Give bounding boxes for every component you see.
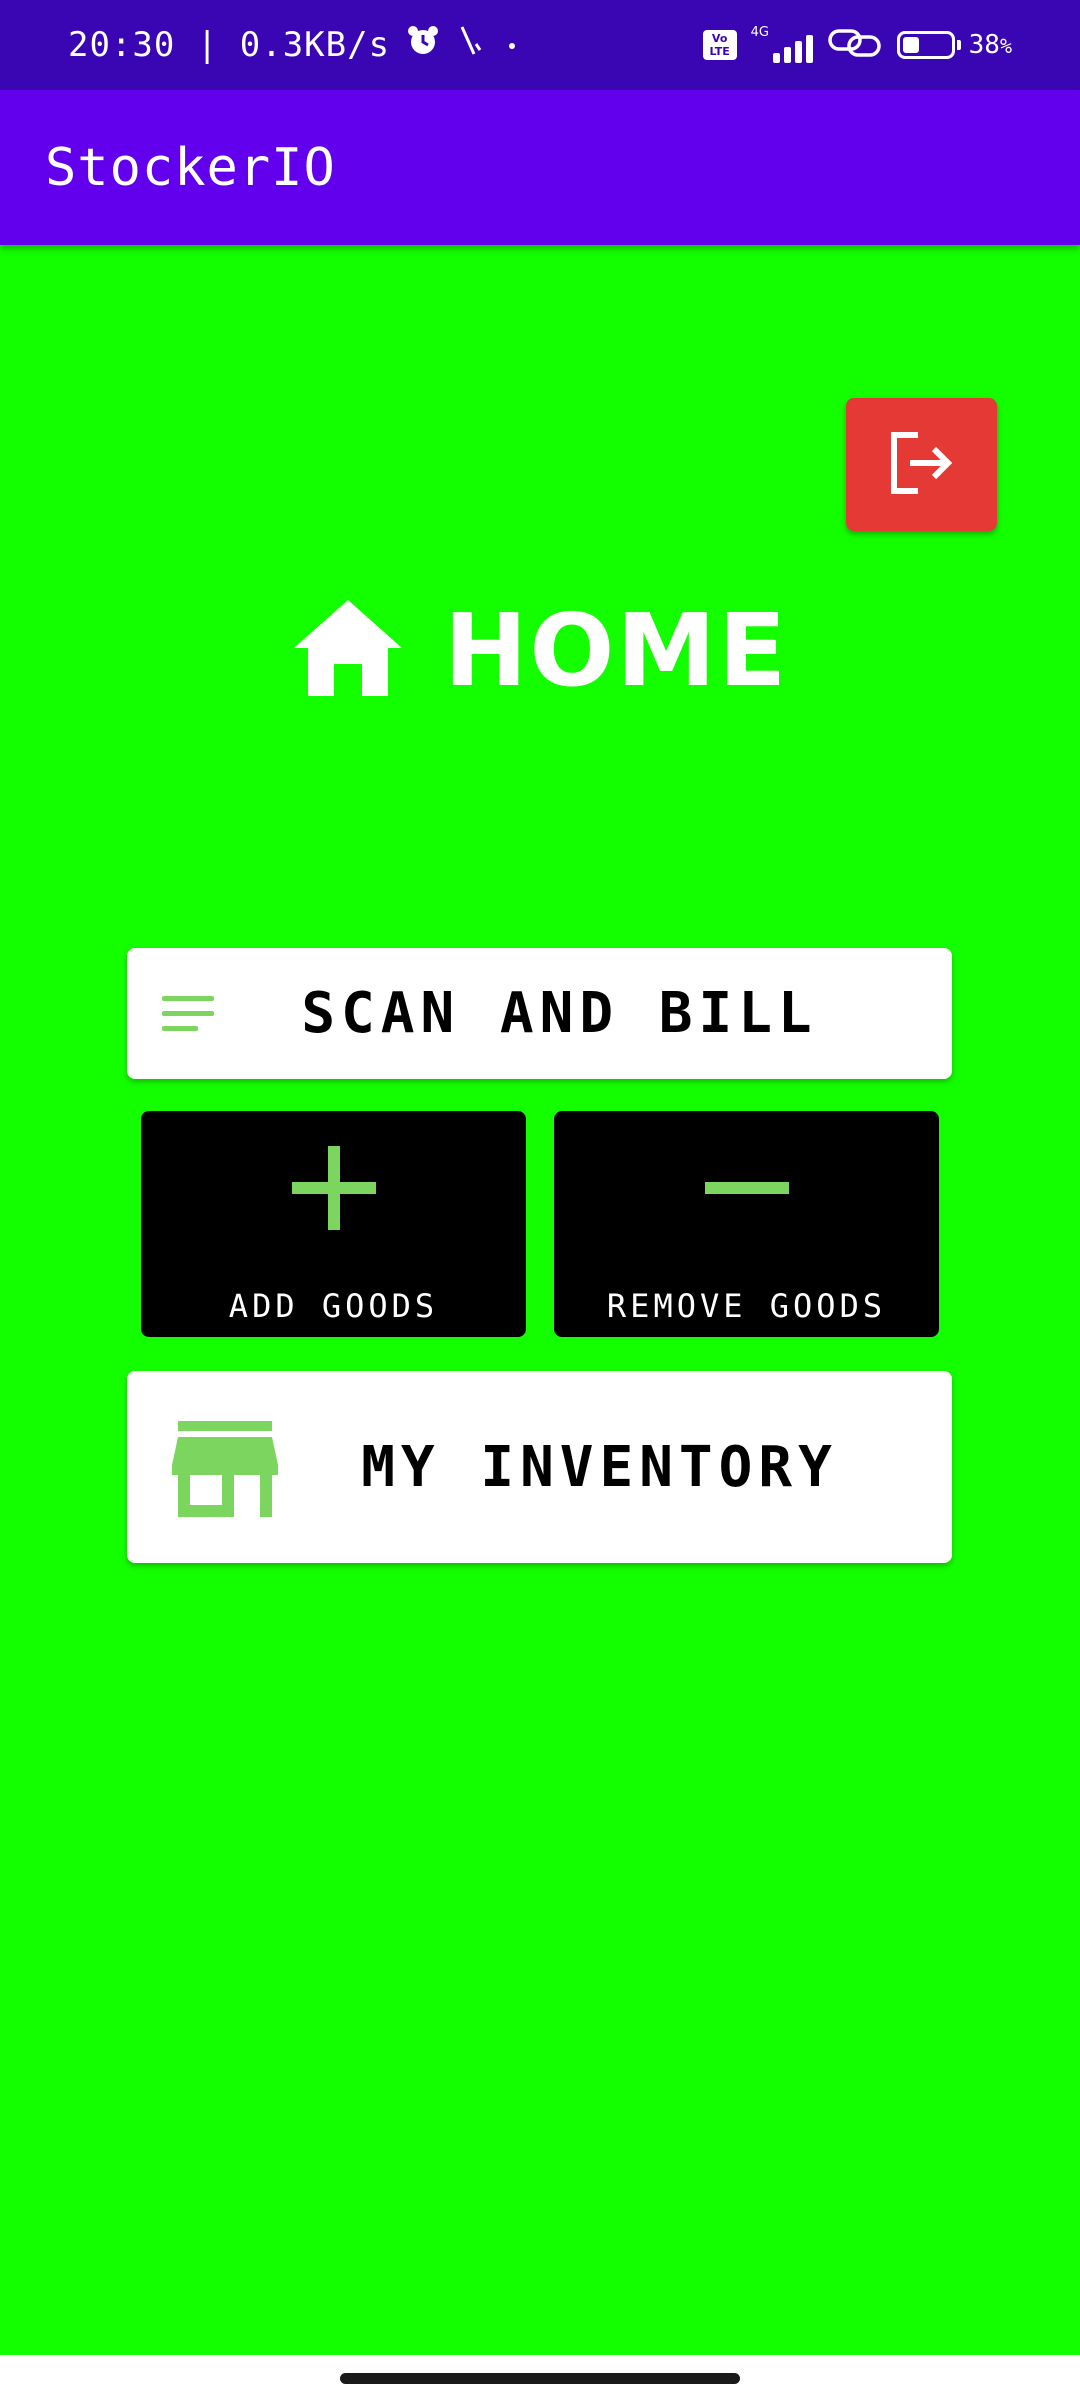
network-type: 4G [750, 25, 769, 40]
volte-icon: Vo LTE [702, 30, 737, 60]
add-goods-label: ADD GOODS [228, 1287, 439, 1325]
app-bar: StockerIO [0, 90, 1080, 245]
page-title: HOME [443, 591, 789, 709]
add-goods-button[interactable]: ADD GOODS [141, 1111, 526, 1337]
logout-button[interactable] [846, 398, 997, 531]
signal-icon: 4G [751, 25, 813, 65]
alarm-icon [406, 24, 440, 67]
status-right: Vo LTE 4G 38% [702, 0, 1012, 90]
navigation-handle[interactable] [340, 2373, 740, 2384]
remove-goods-button[interactable]: REMOVE GOODS [554, 1111, 939, 1337]
activity-icon [456, 24, 486, 67]
link-icon [827, 25, 883, 66]
scan-and-bill-label: SCAN AND BILL [301, 981, 818, 1046]
home-icon [292, 598, 404, 702]
status-bar: 20:30 | 0.3KB/s Vo LTE 4G 38% [0, 0, 1080, 90]
status-time-speed: 20:30 | 0.3KB/s [68, 25, 391, 65]
dot-icon [502, 25, 522, 65]
battery-percent: 38% [968, 30, 1012, 60]
app-title: StockerIO [45, 137, 336, 198]
remove-goods-label: REMOVE GOODS [606, 1287, 887, 1325]
home-heading: HOME [0, 585, 1080, 715]
logout-icon [886, 429, 958, 501]
plus-icon [291, 1146, 376, 1234]
status-left: 20:30 | 0.3KB/s [68, 0, 522, 90]
my-inventory-button[interactable]: MY INVENTORY [127, 1371, 952, 1563]
minus-icon [704, 1146, 789, 1234]
battery-icon: 38% [896, 30, 1012, 60]
my-inventory-label: MY INVENTORY [361, 1434, 838, 1500]
scan-and-bill-button[interactable]: SCAN AND BILL [127, 948, 952, 1079]
main-content: HOME SCAN AND BILL ADD GOODS REMOVE GOOD… [0, 245, 1080, 2355]
